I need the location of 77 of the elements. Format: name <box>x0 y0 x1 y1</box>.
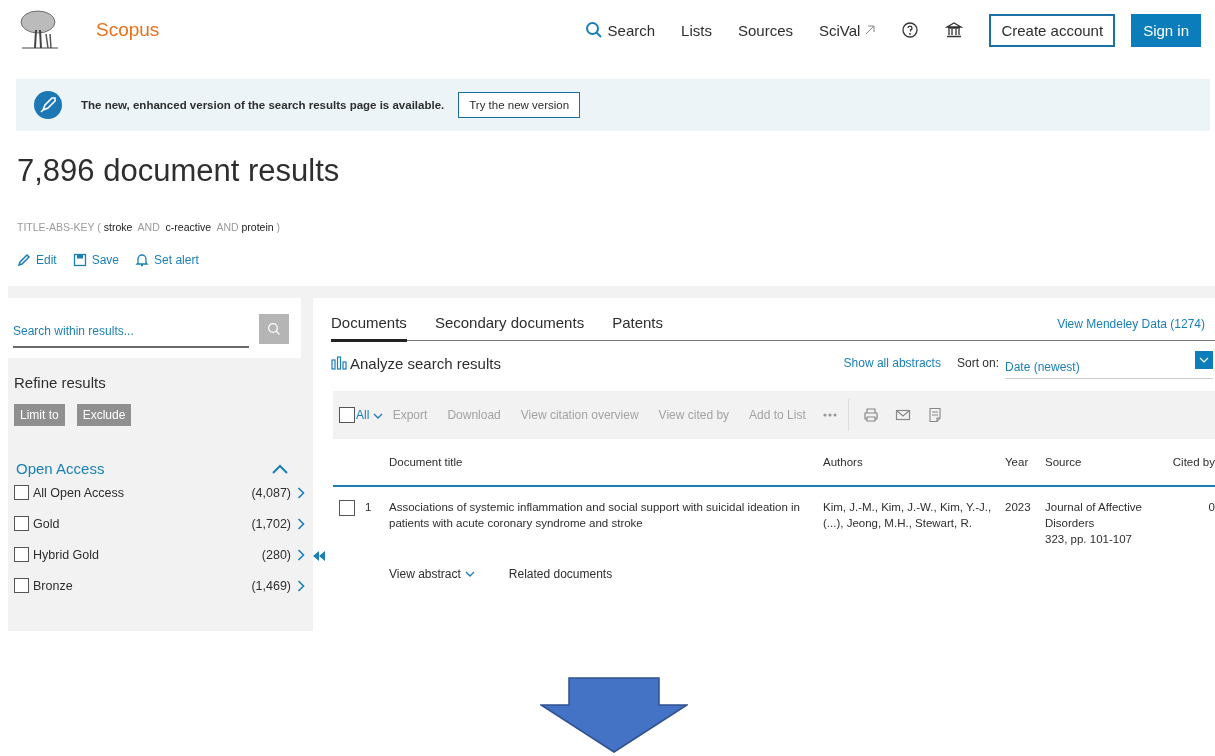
save-icon <box>72 253 87 267</box>
institution-icon[interactable] <box>945 21 964 39</box>
source-detail: 323, pp. 101-107 <box>1045 532 1133 547</box>
chevron-up-icon[interactable] <box>272 463 288 474</box>
sort-dropdown[interactable]: Date (newest) <box>1005 355 1213 379</box>
source-title[interactable]: Journal of Affective Disorders <box>1045 499 1162 531</box>
filter-count: (4,087) <box>251 485 291 500</box>
select-all-dropdown[interactable]: All <box>356 408 383 422</box>
banner-message: The new, enhanced version of the search results page is available. <box>81 99 445 111</box>
year-cell-text: 2023 <box>1005 500 1032 515</box>
search-within-field[interactable]: Search within results... <box>13 316 249 348</box>
results-count-title: 7,896 document results <box>17 153 341 189</box>
try-new-version-button[interactable]: Try the new version <box>458 92 581 118</box>
document-title-link[interactable]: Associations of systemic inflammation and social support with suicidal ideation in patients with acute coronary syndrome and stroke <box>389 499 823 547</box>
chevron-down-icon <box>372 413 383 419</box>
email-icon[interactable] <box>894 407 911 423</box>
results-tab[interactable]: Documents <box>331 314 407 342</box>
filter-option-label[interactable]: Gold <box>33 516 60 531</box>
related-documents-link[interactable]: Related documents <box>508 567 613 581</box>
sort-label: Sort on: <box>956 356 999 370</box>
bell-icon <box>135 253 150 267</box>
query-action-link[interactable]: Save <box>72 253 120 267</box>
results-tab[interactable]: Secondary documents <box>434 314 585 342</box>
chevron-right-icon[interactable] <box>297 517 305 530</box>
help-icon[interactable] <box>901 21 920 39</box>
column-header[interactable]: Document title <box>389 456 823 468</box>
print-icon[interactable] <box>862 407 879 423</box>
view-abstract-link[interactable]: View abstract <box>389 567 475 581</box>
nav-link[interactable]: Lists <box>681 21 712 39</box>
results-tab[interactable]: Patents <box>612 314 663 342</box>
filter-count: (1,469) <box>251 578 291 593</box>
cited-by-cell-text: 0 <box>1207 500 1215 515</box>
chevron-right-icon[interactable] <box>297 579 305 592</box>
authors-cell-text: Kim, J.-M., Kim, J.-W., Kim, Y.-J., (...), Jeong, M.H., Stewart, R. <box>823 500 993 531</box>
nav-link[interactable]: SciVal <box>819 21 876 39</box>
checkbox[interactable] <box>14 516 29 531</box>
query-action-link[interactable]: Edit <box>17 253 57 267</box>
dropdown-button[interactable] <box>1195 350 1213 369</box>
column-header[interactable]: Source <box>1045 456 1170 468</box>
filter-count: (1,702) <box>251 516 291 531</box>
checkbox[interactable] <box>339 500 355 516</box>
search-icon <box>584 21 603 39</box>
pencil-icon <box>17 253 31 267</box>
analyze-results-link[interactable]: Analyze search results <box>350 354 501 372</box>
search-query: TITLE-ABS-KEY ( stroke AND c-reactive AND protein ) <box>17 221 281 233</box>
row-number: 1 <box>365 500 372 515</box>
checkbox[interactable] <box>14 578 29 593</box>
search-bar[interactable]: Search within results... <box>8 298 301 358</box>
column-header[interactable]: Year <box>1005 456 1045 468</box>
column-header[interactable]: Cited by <box>1170 456 1215 468</box>
sign-in-button[interactable]: Sign in <box>1131 13 1201 47</box>
document-icon[interactable] <box>926 407 943 423</box>
mendeley-link[interactable]: View Mendeley Data (1274) <box>1057 317 1205 340</box>
checkbox[interactable] <box>14 485 29 500</box>
query-action-link[interactable]: Set alert <box>135 253 199 267</box>
chevron-down-icon <box>464 571 475 577</box>
bar-chart-icon[interactable] <box>331 356 347 370</box>
column-header[interactable]: Authors <box>823 456 1005 468</box>
external-link-icon <box>865 25 876 35</box>
filter-count: (280) <box>261 547 291 562</box>
show-all-abstracts-link[interactable]: Show all abstracts <box>843 356 941 370</box>
chevron-right-icon[interactable] <box>297 486 305 499</box>
chevron-right-icon[interactable] <box>297 548 305 561</box>
nav-link[interactable]: Search <box>584 21 656 39</box>
facet-title[interactable]: Open Access <box>16 460 105 477</box>
refine-title: Refine results <box>14 374 107 391</box>
checkbox[interactable] <box>339 407 355 423</box>
search-icon <box>267 322 281 336</box>
collapse-icon[interactable] <box>313 551 325 561</box>
create-account-button[interactable]: Create account <box>989 13 1116 47</box>
filter-option-label[interactable]: All Open Access <box>33 485 124 500</box>
filter-option-label[interactable]: Hybrid Gold <box>33 547 99 562</box>
more-icon[interactable] <box>821 412 838 418</box>
nav-link[interactable]: Sources <box>737 21 793 39</box>
chevron-down-icon <box>1199 356 1209 363</box>
checkbox[interactable] <box>14 547 29 562</box>
filter-option-label[interactable]: Bronze <box>33 578 73 593</box>
